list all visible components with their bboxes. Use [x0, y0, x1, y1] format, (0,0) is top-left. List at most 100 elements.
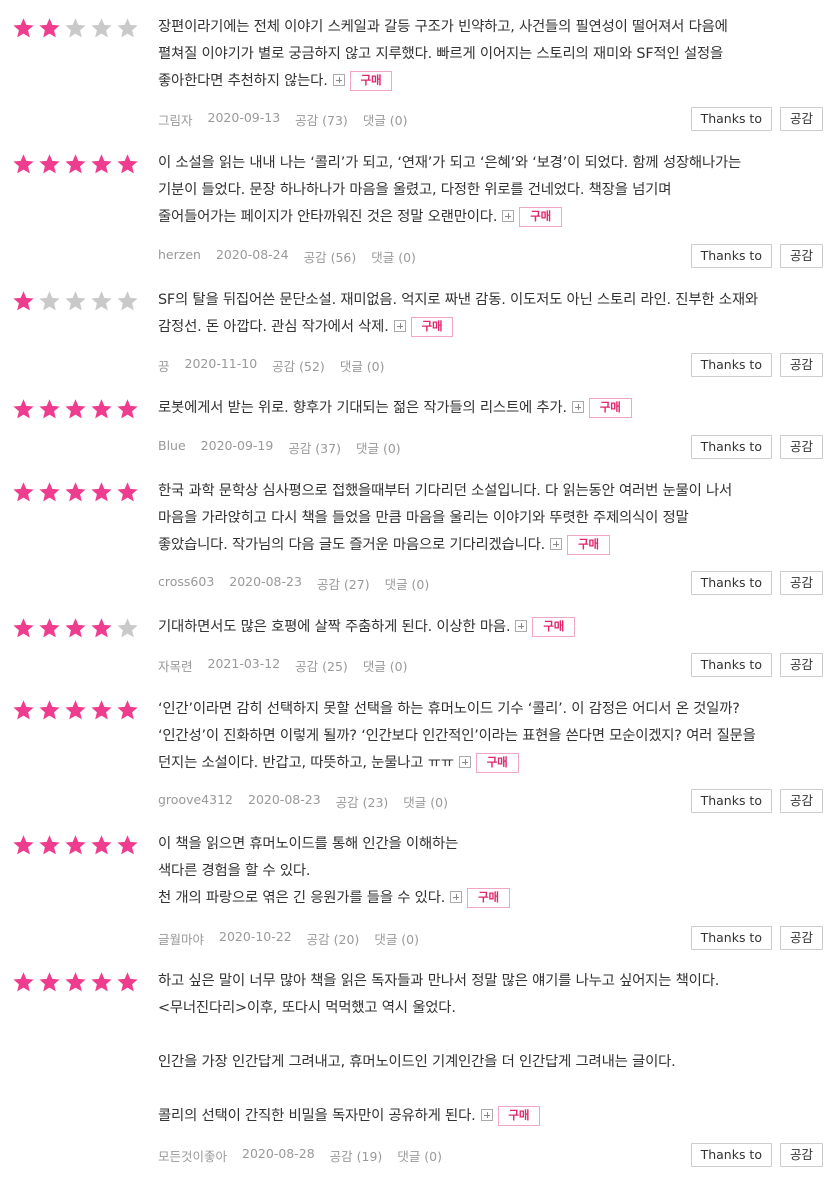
like-count[interactable]: 공감 (52) [272, 356, 325, 375]
empathy-button[interactable]: 공감 [779, 926, 823, 950]
expand-icon[interactable] [571, 401, 584, 413]
review-paragraph: 한국 과학 문학상 심사평으로 접했을때부터 기다리던 소설입니다. 다 읽는동… [158, 478, 828, 559]
like-count[interactable]: 공감 (73) [295, 110, 348, 129]
like-count[interactable]: 공감 (37) [288, 438, 341, 457]
buy-button[interactable]: 구매 [532, 617, 576, 637]
expand-icon[interactable] [450, 891, 463, 903]
star-filled-icon [116, 834, 139, 856]
expand-icon[interactable] [480, 1109, 493, 1121]
empathy-button[interactable]: 공감 [779, 789, 823, 813]
comment-count[interactable]: 댓글 (0) [397, 1146, 442, 1165]
star-filled-icon [64, 834, 87, 856]
review-date: 2020-10-22 [219, 929, 292, 944]
review-paragraph: 로봇에게서 받는 위로. 향후가 기대되는 젊은 작가들의 리스트에 추가. 구매 [158, 395, 828, 422]
comment-count[interactable]: 댓글 (0) [356, 438, 401, 457]
star-empty-icon [90, 290, 113, 312]
review-body: 장편이라기에는 전체 이야기 스케일과 갈등 구조가 빈약하고, 사건들의 필연… [158, 14, 828, 95]
buy-button[interactable]: 구매 [467, 888, 510, 908]
star-rating [12, 398, 139, 420]
review-actions: Thanks to 공감 [690, 244, 823, 268]
star-rating [12, 290, 139, 312]
review-body: 이 소설을 읽는 내내 나는 ‘콜리’가 되고, ‘연재’가 되고 ‘은혜’와 … [158, 150, 828, 231]
review-author[interactable]: 끙 [158, 356, 170, 375]
star-filled-icon [64, 398, 87, 420]
comment-count[interactable]: 댓글 (0) [374, 929, 419, 948]
review-author[interactable]: 그림자 [158, 110, 193, 129]
thanks-to-button[interactable]: Thanks to [690, 571, 772, 595]
review-author[interactable]: 모든것이좋아 [158, 1146, 227, 1165]
buy-button[interactable]: 구매 [519, 207, 562, 227]
empathy-button[interactable]: 공감 [779, 435, 823, 459]
review-paragraph-text: 로봇에게서 받는 위로. 향후가 기대되는 젊은 작가들의 리스트에 추가. [158, 400, 567, 416]
thanks-to-button[interactable]: Thanks to [690, 435, 772, 459]
review-text: 장편이라기에는 전체 이야기 스케일과 갈등 구조가 빈약하고, 사건들의 필연… [158, 14, 828, 95]
thanks-to-button[interactable]: Thanks to [690, 107, 772, 131]
comment-count[interactable]: 댓글 (0) [371, 247, 416, 266]
star-filled-icon [90, 699, 113, 721]
thanks-to-button[interactable]: Thanks to [690, 1143, 772, 1167]
comment-count[interactable]: 댓글 (0) [340, 356, 385, 375]
review-author[interactable]: 자목련 [158, 656, 193, 675]
expand-icon[interactable] [393, 320, 406, 332]
review-author[interactable]: Blue [158, 438, 186, 457]
review-author[interactable]: herzen [158, 247, 201, 266]
review-actions: Thanks to 공감 [690, 571, 823, 595]
star-filled-icon [12, 398, 35, 420]
star-filled-icon [12, 971, 35, 993]
review-paragraph: SF의 탈을 뒤집어쓴 문단소설. 재미없음. 억지로 짜낸 감동. 이도저도 … [158, 287, 828, 341]
like-count[interactable]: 공감 (25) [295, 656, 348, 675]
star-filled-icon [64, 153, 87, 175]
review-actions: Thanks to 공감 [690, 107, 823, 131]
expand-icon[interactable] [550, 538, 563, 550]
comment-count[interactable]: 댓글 (0) [363, 656, 408, 675]
star-filled-icon [64, 971, 87, 993]
empathy-button[interactable]: 공감 [779, 107, 823, 131]
review-text: SF의 탈을 뒤집어쓴 문단소설. 재미없음. 억지로 짜낸 감동. 이도저도 … [158, 287, 828, 341]
review-body: ‘인간’이라면 감히 선택하지 못할 선택을 하는 휴머노이드 기수 ‘콜리’.… [158, 696, 828, 777]
thanks-to-button[interactable]: Thanks to [690, 653, 772, 677]
expand-icon[interactable] [458, 756, 471, 768]
buy-button[interactable]: 구매 [410, 317, 454, 337]
review-author[interactable]: cross603 [158, 574, 214, 593]
empathy-button[interactable]: 공감 [779, 244, 823, 268]
expand-icon[interactable] [502, 210, 515, 222]
star-filled-icon [38, 971, 61, 993]
star-filled-icon [38, 481, 61, 503]
thanks-to-button[interactable]: Thanks to [690, 244, 772, 268]
review-paragraph: 콜리의 선택이 간직한 비밀을 독자만이 공유하게 된다. 구매 [158, 1103, 828, 1130]
expand-icon[interactable] [332, 74, 345, 86]
empathy-button[interactable]: 공감 [779, 653, 823, 677]
thanks-to-button[interactable]: Thanks to [690, 353, 772, 377]
like-count[interactable]: 공감 (23) [336, 792, 389, 811]
expand-icon[interactable] [515, 620, 528, 632]
star-filled-icon [90, 398, 113, 420]
thanks-to-button[interactable]: Thanks to [690, 789, 772, 813]
star-filled-icon [116, 971, 139, 993]
star-filled-icon [12, 481, 35, 503]
empathy-button[interactable]: 공감 [779, 571, 823, 595]
review-meta: cross603 2020-08-23 공감 (27) 댓글 (0) [158, 574, 444, 593]
thanks-to-button[interactable]: Thanks to [690, 926, 772, 950]
empathy-button[interactable]: 공감 [779, 353, 823, 377]
star-filled-icon [90, 153, 113, 175]
buy-button[interactable]: 구매 [349, 71, 393, 91]
like-count[interactable]: 공감 (56) [304, 247, 357, 266]
like-count[interactable]: 공감 (20) [307, 929, 360, 948]
review-text: 로봇에게서 받는 위로. 향후가 기대되는 젊은 작가들의 리스트에 추가. 구매 [158, 395, 828, 422]
buy-button[interactable]: 구매 [475, 753, 519, 773]
star-filled-icon [38, 398, 61, 420]
buy-button[interactable]: 구매 [497, 1106, 541, 1126]
buy-button[interactable]: 구매 [588, 398, 632, 418]
review-paragraph [158, 1076, 828, 1103]
comment-count[interactable]: 댓글 (0) [385, 574, 430, 593]
review-author[interactable]: groove4312 [158, 792, 233, 811]
comment-count[interactable]: 댓글 (0) [403, 792, 448, 811]
star-filled-icon [116, 481, 139, 503]
like-count[interactable]: 공감 (19) [330, 1146, 383, 1165]
comment-count[interactable]: 댓글 (0) [363, 110, 408, 129]
empathy-button[interactable]: 공감 [779, 1143, 823, 1167]
like-count[interactable]: 공감 (27) [317, 574, 370, 593]
buy-button[interactable]: 구매 [567, 535, 610, 555]
review-author[interactable]: 글월마야 [158, 929, 204, 948]
review-meta: 글월마야 2020-10-22 공감 (20) 댓글 (0) [158, 929, 434, 948]
